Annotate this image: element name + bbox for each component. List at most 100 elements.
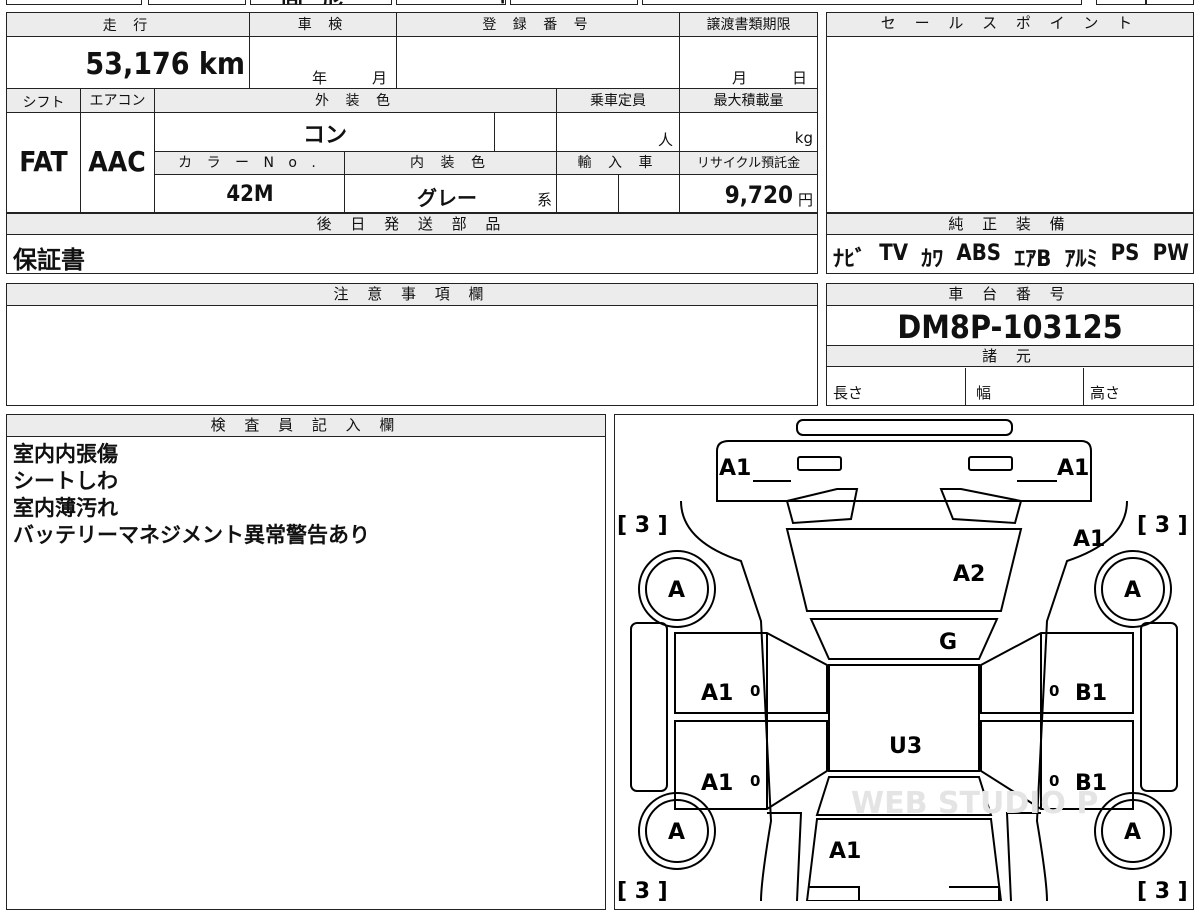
height-label: 高さ: [1090, 384, 1121, 402]
diagram-bracket-tl: [ 3 ]: [617, 513, 668, 538]
top-fragment-box: [1146, 0, 1194, 5]
inspector-line: バッテリーマネジメント異常警告あり: [13, 523, 370, 547]
length-cell: 長さ: [827, 368, 965, 405]
specs-header: 諸 元: [827, 345, 1193, 367]
equipment-item: PS: [1110, 241, 1140, 266]
top-fragment-box: り: [396, 0, 506, 5]
top-fragment-box: [642, 0, 1082, 5]
inspector-line: 室内薄汚れ: [13, 496, 118, 520]
chassis-number: DM8P-103125: [897, 308, 1123, 346]
aircon-value: AAC: [88, 145, 146, 178]
top-strip: 固 形 り: [0, 0, 1200, 6]
recycle-amount: 9,720: [724, 181, 793, 209]
diagram-bracket-br: [ 3 ]: [1137, 879, 1188, 901]
color-no-value: 42M: [226, 182, 274, 207]
recycle-cell: 9,720 円: [679, 175, 817, 212]
max-load-header: 最大積載量: [679, 89, 817, 113]
interior-color-suffix: 系: [536, 191, 552, 209]
diagram-bracket-tr: [ 3 ]: [1137, 513, 1188, 538]
transfer-deadline-header: 譲渡書類期限: [679, 13, 817, 37]
diagram-zero-3: 0: [750, 772, 760, 790]
interior-color-cell: グレー 系: [344, 175, 556, 212]
transfer-month-label: 月: [732, 69, 748, 87]
import-cell-1: [556, 175, 618, 212]
shaken-header: 車 検: [249, 13, 396, 37]
mileage-value: 53,176 km: [85, 47, 245, 82]
chassis-header: 車 台 番 号: [827, 284, 1193, 306]
diagram-watermark: WEB STUDIO P: [851, 786, 1098, 821]
recycle-header: リサイクル預託金: [679, 152, 817, 175]
capacity-header: 乗車定員: [556, 89, 679, 113]
registration-header: 登 録 番 号: [396, 13, 679, 37]
equipment-item: ABS: [956, 241, 1002, 266]
diagram-trunk: A1: [829, 839, 861, 864]
width-cell: 幅: [965, 368, 1083, 405]
standard-equipment-box: 純 正 装 備 ﾅﾋﾞ TV ｶﾜ ABS ｴｱB ｱﾙﾐ PS PW: [826, 213, 1194, 274]
specs-box: 走 行 車 検 登 録 番 号 譲渡書類期限 53,176 km 年 月 月 日…: [6, 12, 818, 213]
diagram-windshield: G: [939, 630, 957, 655]
inspector-notes: 室内内張傷 シートしわ 室内薄汚れ バッテリーマネジメント異常警告あり: [13, 441, 370, 549]
diagram-front-door-left: A1: [701, 681, 733, 706]
shaken-cell: 年 月: [249, 37, 396, 88]
inspector-header: 検 査 員 記 入 欄: [7, 415, 605, 437]
diagram-front-left: A1: [719, 456, 751, 481]
exterior-color-header: 外 装 色: [154, 89, 556, 113]
top-fragment-box: 固 形: [250, 0, 392, 5]
equipment-item: ﾅﾋﾞ: [833, 247, 867, 272]
equipment-item: PW: [1152, 241, 1189, 266]
shaken-year-label: 年: [312, 69, 328, 87]
inspector-line: 室内内張傷: [13, 442, 118, 466]
max-load-unit: kg: [794, 129, 813, 147]
capacity-cell: 人: [556, 113, 679, 151]
registration-cell: [396, 37, 679, 88]
car-diagram-box: A1 A1 [ 3 ] [ 3 ] [ 3 ] [ 3 ] A1 A2 G A1…: [614, 414, 1194, 910]
equipment-item: ｶﾜ: [921, 247, 944, 272]
top-fragment-box: [1096, 0, 1146, 5]
diagram-roof: U3: [889, 734, 922, 759]
diagram-tire-rl: A: [668, 820, 685, 845]
recycle-unit: 円: [797, 191, 813, 209]
max-load-cell: kg: [679, 113, 817, 151]
color-no-cell: 42M: [154, 175, 344, 212]
import-header: 輸 入 車: [556, 152, 679, 175]
sales-point-header: セ ー ル ス ポ イ ン ト: [827, 13, 1193, 37]
later-parts-value: 保証書: [13, 246, 85, 274]
standard-equipment-header: 純 正 装 備: [827, 213, 1193, 235]
aircon-header: エアコン: [80, 89, 154, 113]
notes-box: 注 意 事 項 欄: [6, 283, 818, 406]
interior-color-header: 内 装 色: [344, 152, 556, 175]
later-parts-box: 後 日 発 送 部 品 保証書: [6, 213, 818, 274]
length-label: 長さ: [833, 384, 864, 402]
diagram-zero-1: 0: [750, 682, 760, 700]
inspector-box: 検 査 員 記 入 欄 室内内張傷 シートしわ 室内薄汚れ バッテリーマネジメン…: [6, 414, 606, 910]
exterior-extra-cell: [494, 113, 556, 151]
diagram-tire-fr: A: [1124, 578, 1141, 603]
width-label: 幅: [976, 384, 992, 402]
diagram-front-right: A1: [1057, 456, 1089, 481]
equipment-item: ｴｱB: [1014, 247, 1052, 272]
car-diagram: A1 A1 [ 3 ] [ 3 ] [ 3 ] [ 3 ] A1 A2 G A1…: [617, 419, 1188, 901]
sales-point-box: セ ー ル ス ポ イ ン ト: [826, 12, 1194, 213]
diagram-zero-2: 0: [1049, 682, 1059, 700]
chassis-box: 車 台 番 号 DM8P-103125 諸 元 長さ 幅 高さ: [826, 283, 1194, 406]
exterior-color-cell: コン: [154, 113, 494, 151]
top-fragment-box: [510, 0, 638, 5]
standard-equipment-list: ﾅﾋﾞ TV ｶﾜ ABS ｴｱB ｱﾙﾐ PS PW: [833, 241, 1189, 273]
equipment-item: TV: [879, 241, 909, 266]
import-cell-2: [618, 175, 679, 212]
top-fragment-box: [6, 0, 142, 5]
height-cell: 高さ: [1083, 368, 1193, 405]
transfer-day-label: 日: [792, 69, 808, 87]
diagram-hood: A2: [953, 562, 985, 587]
diagram-bracket-bl: [ 3 ]: [617, 879, 668, 901]
equipment-item: ｱﾙﾐ: [1064, 247, 1098, 272]
diagram-tire-fl: A: [668, 578, 685, 603]
top-fragment-text: 固: [281, 0, 303, 4]
diagram-fender-right: A1: [1073, 527, 1105, 552]
diagram-tire-rr: A: [1124, 820, 1141, 845]
shift-value: FAT: [19, 145, 68, 178]
mileage-header: 走 行: [102, 18, 154, 34]
transfer-deadline-cell: 月 日: [679, 37, 817, 88]
diagram-front-door-right: B1: [1075, 681, 1107, 706]
top-fragment-text: 形: [321, 0, 343, 4]
